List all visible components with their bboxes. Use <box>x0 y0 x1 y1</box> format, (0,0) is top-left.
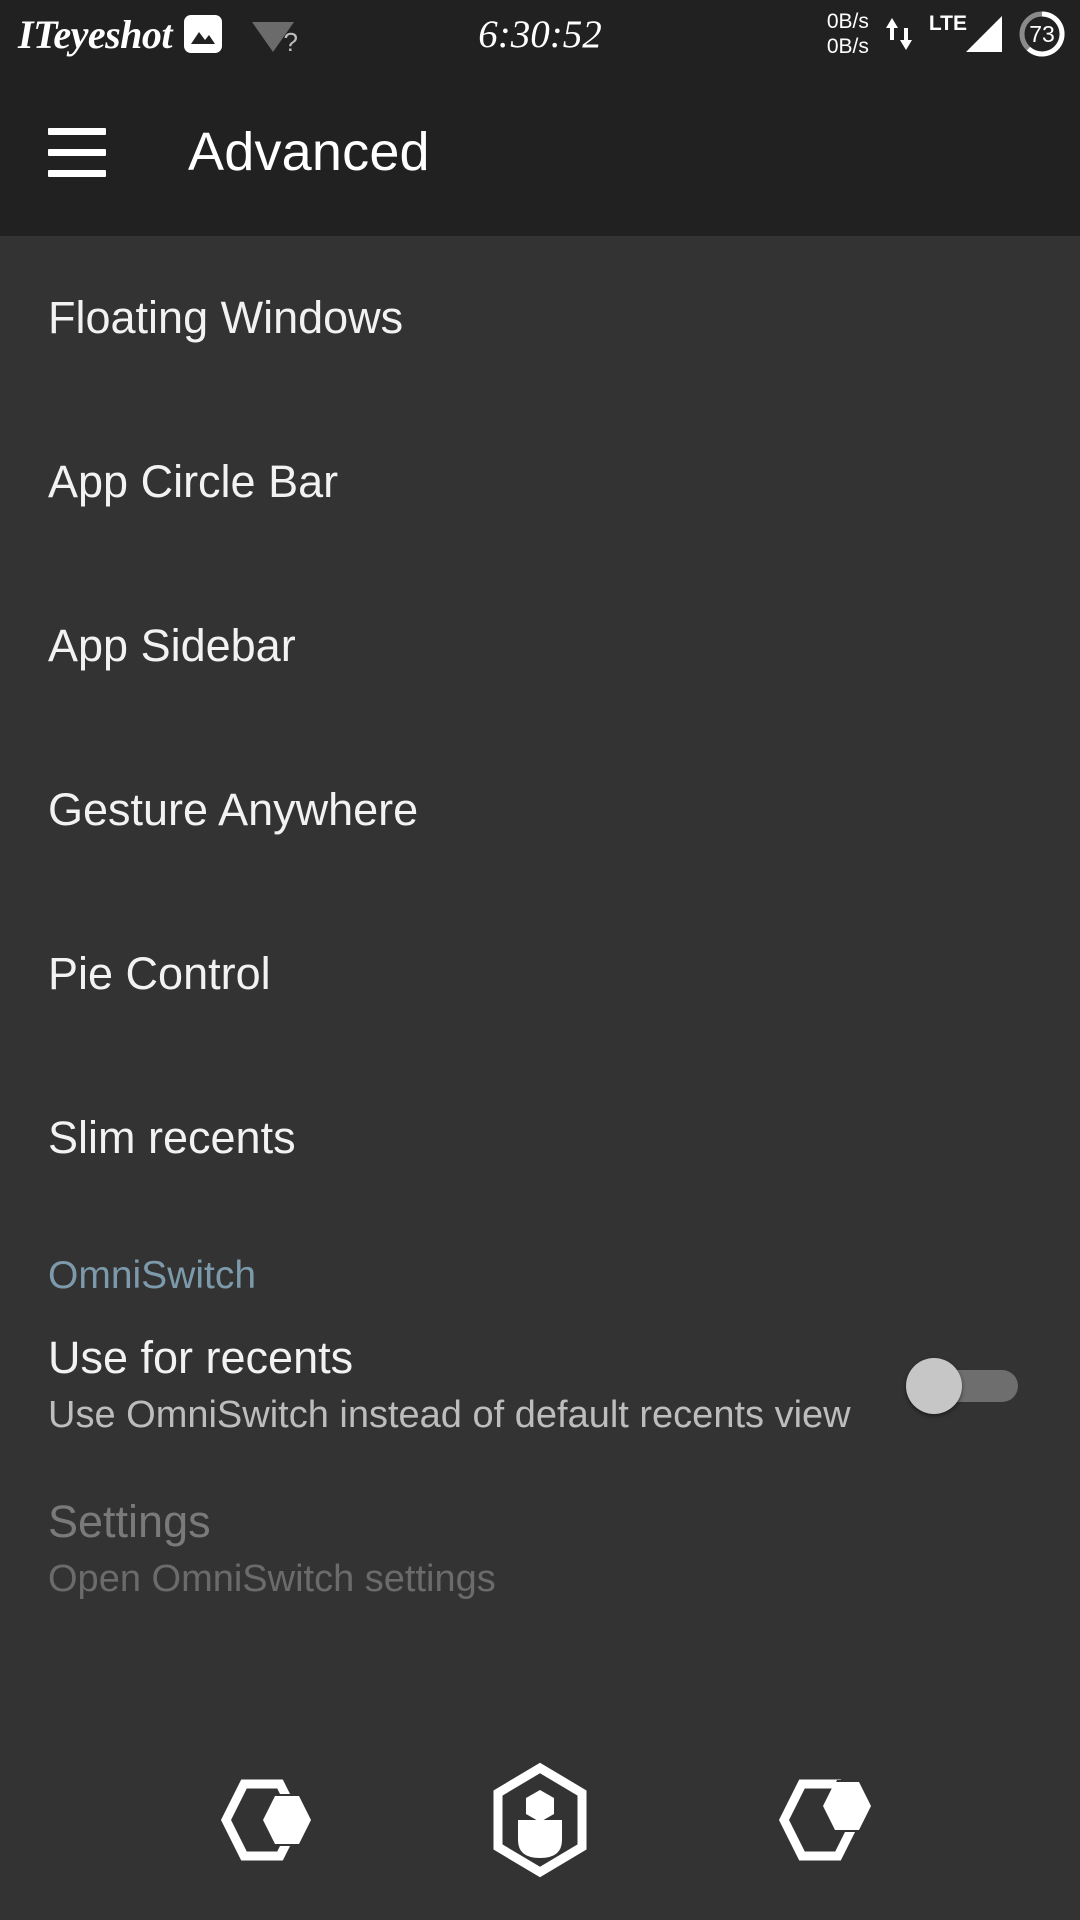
pref-title: App Sidebar <box>48 620 296 672</box>
settings-list[interactable]: Floating Windows App Circle Bar App Side… <box>0 236 1080 1720</box>
list-item[interactable]: Floating Windows <box>0 236 1080 400</box>
list-item-use-for-recents[interactable]: Use for recents Use OmniSwitch instead o… <box>0 1304 1080 1468</box>
hexagon-recents-icon[interactable] <box>740 1755 900 1885</box>
status-bar-right: 0B/s 0B/s LTE 73 <box>827 0 1066 68</box>
data-transfer-arrows-icon <box>879 10 919 58</box>
pref-title: Floating Windows <box>48 292 404 344</box>
list-item[interactable]: Gesture Anywhere <box>0 728 1080 892</box>
pref-title: Use for recents <box>48 1332 354 1384</box>
pref-title: Slim recents <box>48 1112 296 1164</box>
watermark-label: ITeyeshot <box>18 11 173 57</box>
hamburger-line <box>48 148 106 156</box>
pref-summary: Use OmniSwitch instead of default recent… <box>48 1394 851 1437</box>
wifi-question-badge: ? <box>283 27 299 57</box>
hamburger-line <box>48 127 106 135</box>
hexagon-back-icon[interactable] <box>180 1755 340 1885</box>
list-item[interactable]: Pie Control <box>0 892 1080 1056</box>
pref-summary: Open OmniSwitch settings <box>48 1558 496 1601</box>
list-item[interactable]: App Sidebar <box>0 564 1080 728</box>
list-item[interactable]: App Circle Bar <box>0 400 1080 564</box>
battery-level-label: 73 <box>1029 20 1055 47</box>
image-icon <box>184 15 223 53</box>
signal-bars-icon <box>966 16 1002 52</box>
navigation-bar <box>0 1720 1080 1920</box>
page-title: Advanced <box>188 122 430 182</box>
signal-indicator: LTE <box>929 10 1008 58</box>
network-speed: 0B/s 0B/s <box>827 9 869 59</box>
watermark: ITeyeshot ? <box>18 11 298 58</box>
pref-title: Settings <box>48 1496 211 1548</box>
toggle-thumb <box>906 1358 962 1414</box>
network-speed-down: 0B/s <box>826 35 869 58</box>
status-bar: ITeyeshot ? 6:30:52 0B/s 0B/s LTE 73 <box>0 0 1080 68</box>
pref-title: App Circle Bar <box>48 456 339 508</box>
app-bar: Advanced <box>0 68 1080 236</box>
category-title: OmniSwitch <box>48 1254 257 1297</box>
category-header-omniswitch: OmniSwitch <box>0 1220 1080 1304</box>
list-item-omniswitch-settings[interactable]: Settings Open OmniSwitch settings <box>0 1468 1080 1632</box>
pref-title: Pie Control <box>48 948 271 1000</box>
pref-title: Gesture Anywhere <box>48 784 419 836</box>
wifi-unknown-icon: ? <box>250 14 298 57</box>
hexagon-home-icon[interactable] <box>460 1755 620 1885</box>
hamburger-line <box>48 169 106 177</box>
battery-circle-icon: 73 <box>1018 10 1066 58</box>
hamburger-menu-icon[interactable] <box>48 127 106 177</box>
use-for-recents-toggle[interactable] <box>906 1358 1018 1414</box>
network-speed-up: 0B/s <box>826 10 869 33</box>
list-item[interactable]: Slim recents <box>0 1056 1080 1220</box>
